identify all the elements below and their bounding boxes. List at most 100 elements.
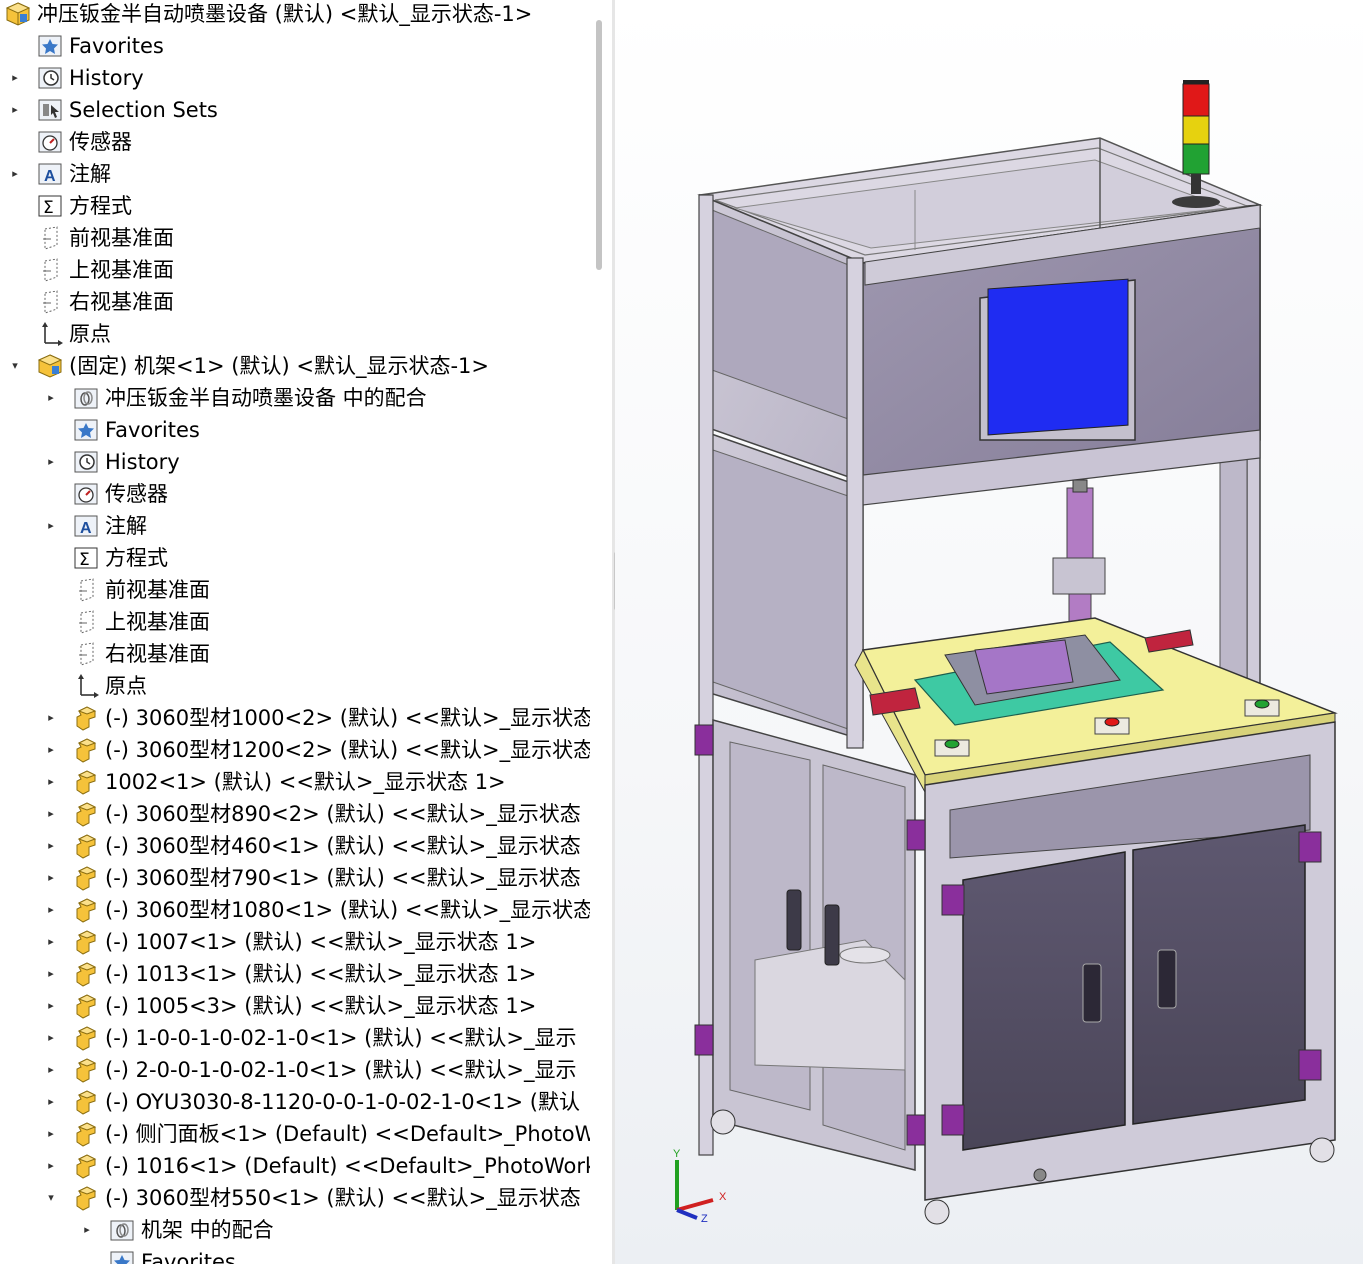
part-icon — [72, 960, 100, 988]
tree-item[interactable]: ▸ 冲压钣金半自动喷墨设备 中的配合 — [44, 382, 590, 414]
tree-item[interactable]: ▸ (-) 1005<3> (默认) <<默认>_显示状态 1> — [44, 990, 590, 1022]
expand-arrow-icon[interactable]: ▸ — [44, 446, 58, 478]
part-icon — [72, 832, 100, 860]
tree-item[interactable]: ▸ (-) 1007<1> (默认) <<默认>_显示状态 1> — [44, 926, 590, 958]
tree-item-label: 方程式 — [69, 194, 132, 218]
tree-item-label: Selection Sets — [69, 98, 218, 122]
tree-item[interactable]: ▾ (-) 3060型材550<1> (默认) <<默认>_显示状态 — [44, 1182, 590, 1214]
tree-scrollbar[interactable] — [596, 20, 602, 270]
expand-arrow-icon[interactable]: ▸ — [44, 894, 58, 926]
tree-item[interactable]: ▸ (-) 3060型材890<2> (默认) <<默认>_显示状态 — [44, 798, 590, 830]
expand-arrow-icon[interactable]: ▸ — [44, 958, 58, 990]
tree-item[interactable]: 原点 — [8, 318, 590, 350]
arrow-spacer — [44, 606, 58, 638]
expand-arrow-icon[interactable]: ▸ — [44, 766, 58, 798]
tree-item[interactable]: 原点 — [44, 670, 590, 702]
lower-left-door — [712, 719, 916, 1171]
expand-arrow-icon[interactable]: ▸ — [44, 1118, 58, 1150]
tree-item[interactable]: ▸ History — [44, 446, 590, 478]
selection-sets-icon — [36, 96, 64, 124]
tree-item[interactable]: ▸ (-) 3060型材1000<2> (默认) <<默认>_显示状态 — [44, 702, 590, 734]
arrow-spacer — [8, 222, 22, 254]
tree-item[interactable]: ▸ History — [8, 62, 590, 94]
expand-arrow-icon[interactable]: ▸ — [44, 1086, 58, 1118]
tree-item-label: (-) 3060型材1200<2> (默认) <<默认>_显示状态 — [105, 738, 590, 762]
expand-arrow-icon[interactable]: ▸ — [8, 62, 22, 94]
part-icon — [72, 800, 100, 828]
origin-icon — [36, 320, 64, 348]
tree-item[interactable]: Favorites — [80, 1246, 590, 1264]
tree-item[interactable]: 上视基准面 — [8, 254, 590, 286]
tree-item[interactable]: ▸ (-) 3060型材790<1> (默认) <<默认>_显示状态 — [44, 862, 590, 894]
part-icon — [72, 1152, 100, 1180]
tree-item[interactable]: 右视基准面 — [8, 286, 590, 318]
tree-item-label: History — [69, 66, 144, 90]
tree-item[interactable]: 传感器 — [44, 478, 590, 510]
tree-item[interactable]: Favorites — [44, 414, 590, 446]
press-cylinder — [1052, 479, 1106, 631]
expand-arrow-icon[interactable]: ▸ — [44, 510, 58, 542]
tree-item[interactable]: ▸ 1002<1> (默认) <<默认>_显示状态 1> — [44, 766, 590, 798]
arrow-spacer — [8, 30, 22, 62]
tree-item[interactable]: 上视基准面 — [44, 606, 590, 638]
expand-arrow-icon[interactable]: ▸ — [44, 1022, 58, 1054]
tree-item-label: 传感器 — [69, 130, 132, 154]
arrow-spacer — [44, 478, 58, 510]
tree-item[interactable]: ▸ Selection Sets — [8, 94, 590, 126]
collapse-arrow-icon[interactable]: ▾ — [8, 350, 22, 382]
triad-z-label: Z — [701, 1213, 708, 1225]
left-upper-panel — [699, 193, 864, 742]
annotation-icon: A — [72, 512, 100, 540]
collapse-arrow-icon[interactable]: ▾ — [44, 1182, 58, 1214]
tree-item[interactable]: ▸ 机架 中的配合 — [80, 1214, 590, 1246]
part-icon — [72, 992, 100, 1020]
tree-item[interactable]: 前视基准面 — [44, 574, 590, 606]
expand-arrow-icon[interactable]: ▸ — [8, 94, 22, 126]
expand-arrow-icon[interactable]: ▸ — [44, 382, 58, 414]
expand-arrow-icon[interactable]: ▸ — [44, 990, 58, 1022]
expand-arrow-icon[interactable]: ▸ — [44, 702, 58, 734]
tree-item[interactable]: 传感器 — [8, 126, 590, 158]
machine-model[interactable]: Y X Z — [615, 0, 1363, 1264]
expand-arrow-icon[interactable]: ▸ — [80, 1214, 94, 1246]
expand-arrow-icon[interactable]: ▸ — [44, 1054, 58, 1086]
expand-arrow-icon[interactable]: ▸ — [44, 926, 58, 958]
expand-arrow-icon[interactable]: ▸ — [44, 734, 58, 766]
tree-item[interactable]: ▸ (-) 1013<1> (默认) <<默认>_显示状态 1> — [44, 958, 590, 990]
tree-item[interactable]: ▾ (固定) 机架<1> (默认) <默认_显示状态-1> — [8, 350, 590, 382]
plane-icon — [36, 288, 64, 316]
tree-item[interactable]: ▸ (-) OYU3030-8-1120-0-0-1-0-02-1-0<1> (默… — [44, 1086, 590, 1118]
feature-manager-tree: 冲压钣金半自动喷墨设备 (默认) <默认_显示状态-1> Favorites ▸ H… — [0, 0, 590, 1264]
tree-item[interactable]: ▸ (-) 3060型材460<1> (默认) <<默认>_显示状态 — [44, 830, 590, 862]
tree-root[interactable]: 冲压钣金半自动喷墨设备 (默认) <默认_显示状态-1> — [0, 0, 590, 30]
tree-item[interactable]: 右视基准面 — [44, 638, 590, 670]
tree-item[interactable]: ▸ A 注解 — [8, 158, 590, 190]
tree-item[interactable]: ▸ (-) 3060型材1200<2> (默认) <<默认>_显示状态 — [44, 734, 590, 766]
graphics-area[interactable]: Y X Z — [615, 0, 1363, 1264]
arrow-spacer — [44, 414, 58, 446]
tree-item-label: (-) 1013<1> (默认) <<默认>_显示状态 1> — [105, 962, 537, 986]
tree-item[interactable]: Favorites — [8, 30, 590, 62]
equation-icon: Σ — [36, 192, 64, 220]
tree-item[interactable]: ▸ (-) 1-0-0-1-0-02-1-0<1> (默认) <<默认>_显示 — [44, 1022, 590, 1054]
expand-arrow-icon[interactable]: ▸ — [44, 1150, 58, 1182]
plane-icon — [36, 256, 64, 284]
tree-item[interactable]: ▸ (-) 2-0-0-1-0-02-1-0<1> (默认) <<默认>_显示 — [44, 1054, 590, 1086]
expand-arrow-icon[interactable]: ▸ — [44, 830, 58, 862]
arrow-spacer — [44, 574, 58, 606]
tree-item[interactable]: Σ 方程式 — [8, 190, 590, 222]
expand-arrow-icon[interactable]: ▸ — [44, 862, 58, 894]
tree-item[interactable]: ▸ (-) 侧门面板<1> (Default) <<Default>_PhotoW — [44, 1118, 590, 1150]
tree-item[interactable]: ▸ A 注解 — [44, 510, 590, 542]
tree-item-label: Favorites — [105, 418, 200, 442]
tree-item[interactable]: ▸ (-) 3060型材1080<1> (默认) <<默认>_显示状态 — [44, 894, 590, 926]
tree-item[interactable]: ▸ (-) 1016<1> (Default) <<Default>_PhotoW… — [44, 1150, 590, 1182]
expand-arrow-icon[interactable]: ▸ — [8, 158, 22, 190]
history-icon — [72, 448, 100, 476]
tree-item-label: 上视基准面 — [105, 610, 210, 634]
tree-item[interactable]: 前视基准面 — [8, 222, 590, 254]
tree-item[interactable]: Σ 方程式 — [44, 542, 590, 574]
expand-arrow-icon[interactable]: ▸ — [44, 798, 58, 830]
arrow-spacer — [8, 318, 22, 350]
tree-item-label: (-) 1007<1> (默认) <<默认>_显示状态 1> — [105, 930, 537, 954]
